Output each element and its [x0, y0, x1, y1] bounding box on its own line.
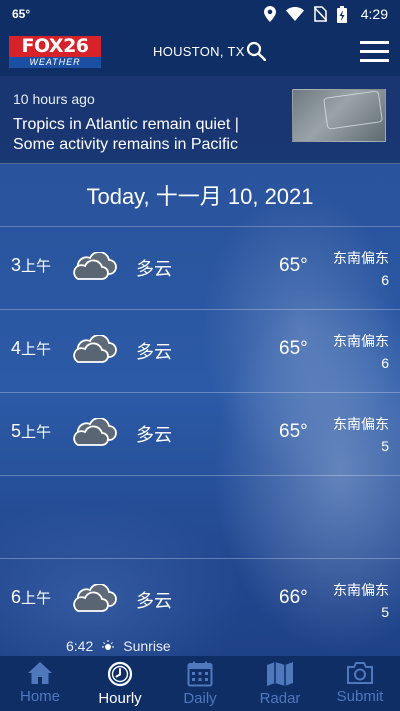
wind-direction: 东南偏东 — [333, 416, 389, 432]
hour-number: 4 — [11, 338, 22, 358]
temperature: 66° — [279, 587, 308, 608]
cloudy-icon — [73, 584, 117, 612]
temperature: 65° — [279, 338, 308, 359]
hour-number: 3 — [11, 255, 22, 275]
logo-weather-text: WEATHER — [9, 57, 101, 68]
hourly-row[interactable]: 3上午 多云 65° 东南偏东 6 — [0, 227, 400, 310]
nav-home[interactable]: Home — [0, 656, 80, 711]
bottom-navigation: Home Hourly Daily Radar Submit — [0, 656, 400, 711]
wind-direction: 东南偏东 — [333, 333, 389, 349]
nav-submit-label: Submit — [336, 688, 384, 705]
home-icon — [28, 662, 52, 684]
app-background: 65° 4:29 FOX26 WEATHER HOUSTON, TX 10 ho… — [0, 0, 400, 711]
hour-label: 4上午 — [11, 338, 51, 359]
hourly-row[interactable]: 4上午 多云 65° 东南偏东 6 — [0, 310, 400, 393]
nav-home-label: Home — [19, 688, 60, 705]
search-icon[interactable] — [246, 41, 266, 61]
cloudy-icon — [73, 252, 117, 280]
news-thumbnail-image[interactable] — [292, 89, 386, 142]
hour-label: 6上午 — [11, 587, 51, 608]
sunrise-row: 6:42 Sunrise — [66, 638, 171, 654]
location-icon — [263, 6, 276, 22]
news-headline[interactable]: Tropics in Atlantic remain quiet | Some … — [13, 115, 283, 155]
wind-info: 东南偏东 5 — [333, 413, 389, 457]
hour-period: 上午 — [21, 590, 52, 607]
nav-hourly[interactable]: Hourly — [80, 656, 160, 711]
hourly-row-spacer — [0, 476, 400, 559]
no-sim-icon — [313, 6, 327, 22]
wind-info: 东南偏东 5 — [333, 579, 389, 623]
wind-info: 东南偏东 6 — [333, 330, 389, 374]
hour-period: 上午 — [21, 341, 52, 358]
location-label[interactable]: HOUSTON, TX — [153, 44, 245, 59]
status-bar: 65° 4:29 — [0, 0, 400, 28]
map-icon — [267, 662, 293, 686]
nav-radar-label: Radar — [259, 690, 301, 707]
temperature: 65° — [279, 421, 308, 442]
fox26-weather-logo[interactable]: FOX26 WEATHER — [9, 36, 101, 68]
wind-info: 东南偏东 6 — [333, 247, 389, 291]
nav-radar[interactable]: Radar — [240, 656, 320, 711]
calendar-icon — [187, 661, 213, 687]
condition-text: 多云 — [136, 342, 172, 362]
clock-icon — [107, 661, 133, 687]
nav-daily[interactable]: Daily — [160, 656, 240, 711]
logo-fox26-text: FOX26 — [9, 36, 101, 57]
wind-direction: 东南偏东 — [333, 582, 389, 598]
condition-text: 多云 — [136, 591, 172, 611]
wifi-icon — [285, 7, 304, 21]
hourly-row[interactable]: 5上午 多云 65° 东南偏东 5 — [0, 393, 400, 476]
status-time: 4:29 — [360, 6, 388, 22]
wind-speed: 5 — [381, 438, 389, 454]
temperature: 65° — [279, 255, 308, 276]
hour-period: 上午 — [21, 424, 52, 441]
nav-submit[interactable]: Submit — [320, 656, 400, 711]
cloudy-icon — [73, 335, 117, 363]
wind-speed: 5 — [381, 604, 389, 620]
hour-number: 6 — [11, 587, 22, 607]
forecast-date-heading: Today, 十一月 10, 2021 — [0, 164, 400, 227]
hour-label: 5上午 — [11, 421, 51, 442]
app-header: FOX26 WEATHER HOUSTON, TX — [0, 28, 400, 76]
nav-hourly-label: Hourly — [98, 690, 142, 707]
news-time-ago: 10 hours ago — [13, 91, 95, 107]
condition-text: 多云 — [136, 425, 172, 445]
camera-icon — [347, 662, 373, 684]
sunrise-icon — [102, 640, 115, 650]
status-icons: 4:29 — [263, 5, 388, 23]
wind-speed: 6 — [381, 355, 389, 371]
status-temperature: 65° — [12, 7, 31, 21]
hour-number: 5 — [11, 421, 22, 441]
news-story-banner[interactable]: 10 hours ago Tropics in Atlantic remain … — [0, 76, 400, 164]
nav-daily-label: Daily — [183, 690, 217, 707]
wind-speed: 6 — [381, 272, 389, 288]
battery-charging-icon — [336, 5, 347, 23]
hourly-row[interactable]: 6上午 多云 66° 东南偏东 5 — [0, 559, 400, 642]
sunrise-label: Sunrise — [123, 638, 171, 654]
hamburger-menu-icon[interactable] — [360, 41, 389, 62]
cloudy-icon — [73, 418, 117, 446]
sunrise-time: 6:42 — [66, 638, 94, 654]
hour-period: 上午 — [21, 258, 52, 275]
hour-label: 3上午 — [11, 255, 51, 276]
wind-direction: 东南偏东 — [333, 250, 389, 266]
condition-text: 多云 — [136, 259, 172, 279]
